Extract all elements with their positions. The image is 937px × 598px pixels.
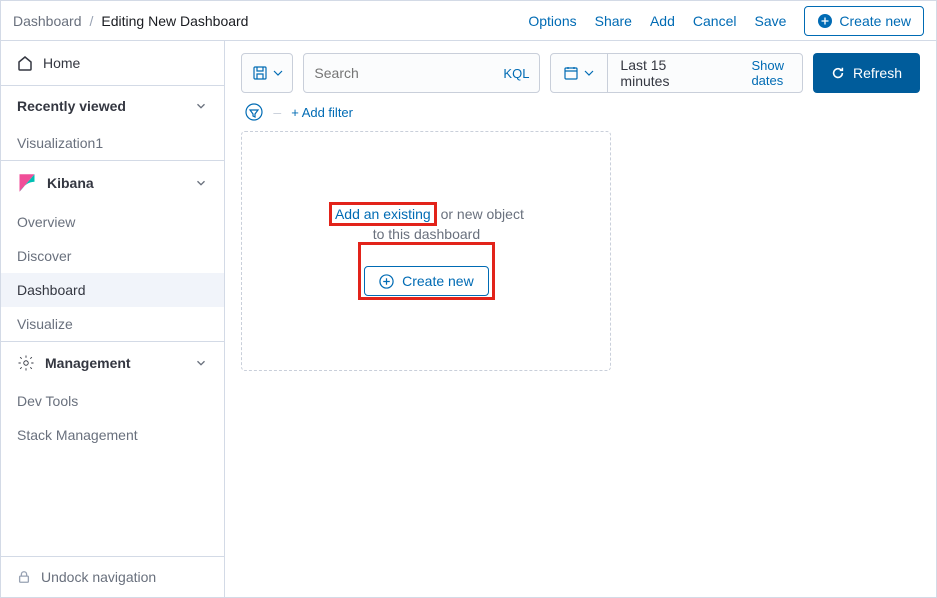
empty-prompt: Add an existing or new object to this da… bbox=[329, 202, 524, 300]
add-existing-highlight: Add an existing bbox=[329, 202, 437, 226]
sidebar: Home Recently viewed Visualization1 Kiba… bbox=[1, 41, 225, 597]
search-box: KQL bbox=[303, 53, 540, 93]
add-filter-link[interactable]: + Add filter bbox=[291, 105, 353, 120]
search-input[interactable] bbox=[314, 65, 495, 81]
recently-viewed-header[interactable]: Recently viewed bbox=[1, 86, 224, 126]
refresh-label: Refresh bbox=[853, 65, 902, 81]
cancel-link[interactable]: Cancel bbox=[693, 13, 737, 29]
create-new-highlight: Create new bbox=[358, 242, 495, 300]
breadcrumb: Dashboard / Editing New Dashboard bbox=[13, 13, 248, 29]
add-existing-link[interactable]: Add an existing bbox=[335, 206, 431, 222]
chevron-down-icon bbox=[194, 356, 208, 370]
recently-viewed-label: Recently viewed bbox=[17, 98, 126, 114]
chevron-down-icon bbox=[581, 65, 597, 81]
breadcrumb-separator: / bbox=[90, 13, 94, 29]
kql-toggle[interactable]: KQL bbox=[495, 66, 529, 81]
lock-icon bbox=[17, 570, 31, 584]
home-label: Home bbox=[43, 55, 80, 71]
kibana-label: Kibana bbox=[47, 175, 94, 191]
breadcrumb-current: Editing New Dashboard bbox=[101, 13, 248, 29]
calendar-button[interactable] bbox=[563, 54, 608, 92]
to-dashboard-text: to this dashboard bbox=[329, 226, 524, 242]
management-label: Management bbox=[45, 355, 131, 371]
save-link[interactable]: Save bbox=[754, 13, 786, 29]
filter-separator: – bbox=[273, 104, 281, 120]
dashboard-empty-zone: Add an existing or new object to this da… bbox=[241, 131, 611, 371]
or-new-text: or new object bbox=[437, 206, 524, 222]
home-link[interactable]: Home bbox=[1, 41, 224, 86]
sidebar-item-overview[interactable]: Overview bbox=[1, 205, 224, 239]
top-actions: Options Share Add Cancel Save Create new bbox=[528, 6, 924, 36]
gear-icon bbox=[17, 354, 35, 372]
filter-bar: – + Add filter bbox=[241, 93, 920, 131]
date-picker: Last 15 minutes Show dates bbox=[550, 53, 803, 93]
plus-circle-icon bbox=[379, 274, 394, 289]
sidebar-item-dashboard[interactable]: Dashboard bbox=[1, 273, 224, 307]
home-icon bbox=[17, 55, 33, 71]
refresh-icon bbox=[831, 66, 845, 80]
filter-options-icon[interactable] bbox=[245, 103, 263, 121]
show-dates-link[interactable]: Show dates bbox=[745, 58, 790, 88]
query-bar: KQL Last 15 minutes Show dates Refresh bbox=[241, 53, 920, 93]
chevron-down-icon bbox=[194, 176, 208, 190]
plus-circle-icon bbox=[817, 13, 833, 29]
date-range-label[interactable]: Last 15 minutes bbox=[616, 57, 669, 89]
kibana-header[interactable]: Kibana bbox=[1, 161, 224, 205]
share-link[interactable]: Share bbox=[595, 13, 632, 29]
chevron-down-icon bbox=[270, 65, 286, 81]
options-link[interactable]: Options bbox=[528, 13, 576, 29]
create-new-label: Create new bbox=[839, 13, 911, 29]
refresh-button[interactable]: Refresh bbox=[813, 53, 920, 93]
undock-label: Undock navigation bbox=[41, 569, 156, 585]
kibana-logo-icon bbox=[17, 173, 37, 193]
undock-navigation[interactable]: Undock navigation bbox=[1, 556, 224, 597]
breadcrumb-parent[interactable]: Dashboard bbox=[13, 13, 82, 29]
recent-item[interactable]: Visualization1 bbox=[1, 126, 224, 161]
saved-query-button[interactable] bbox=[241, 53, 293, 93]
create-new-inner-label: Create new bbox=[402, 273, 474, 289]
sidebar-item-stackmgmt[interactable]: Stack Management bbox=[1, 418, 224, 452]
sidebar-item-visualize[interactable]: Visualize bbox=[1, 307, 224, 342]
chevron-down-icon bbox=[194, 99, 208, 113]
add-link[interactable]: Add bbox=[650, 13, 675, 29]
sidebar-item-devtools[interactable]: Dev Tools bbox=[1, 384, 224, 418]
main-content: KQL Last 15 minutes Show dates Refresh –… bbox=[225, 41, 936, 597]
create-new-button[interactable]: Create new bbox=[804, 6, 924, 36]
management-header[interactable]: Management bbox=[1, 342, 224, 384]
create-new-inner-button[interactable]: Create new bbox=[364, 266, 489, 296]
save-icon bbox=[252, 65, 268, 81]
top-bar: Dashboard / Editing New Dashboard Option… bbox=[1, 1, 936, 41]
calendar-icon bbox=[563, 65, 579, 81]
sidebar-item-discover[interactable]: Discover bbox=[1, 239, 224, 273]
